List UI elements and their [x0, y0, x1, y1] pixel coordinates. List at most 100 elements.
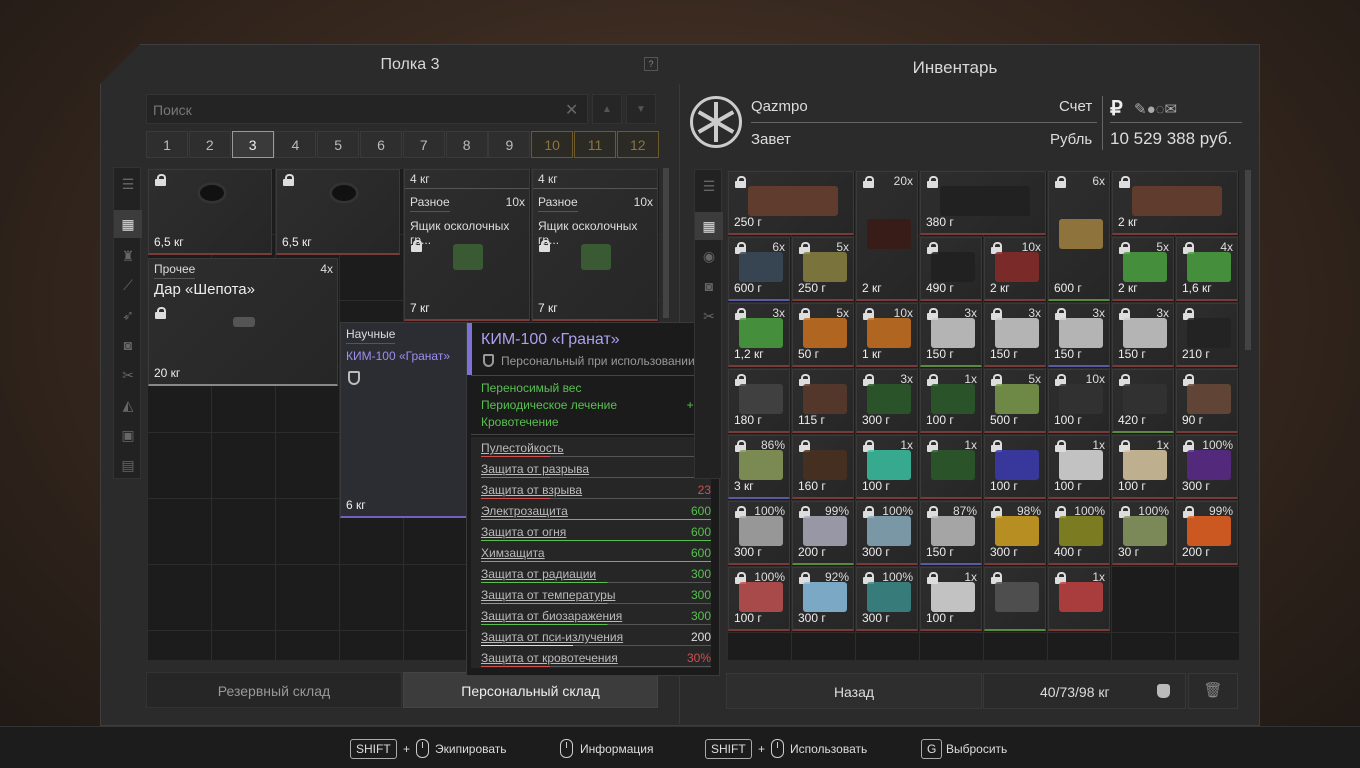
- inventory-item[interactable]: 160 г: [792, 435, 854, 499]
- inventory-item[interactable]: 99% 200 г: [792, 501, 854, 565]
- tab-3[interactable]: 3: [231, 131, 274, 158]
- tools-filter-icon[interactable]: ✂: [695, 302, 723, 330]
- inventory-item[interactable]: 5x 2 кг: [1112, 237, 1174, 301]
- shelf-item[interactable]: 4 кг Разное 10x Ящик осколочных гр... 7 …: [404, 169, 530, 321]
- inventory-item[interactable]: 3x 150 г: [1048, 303, 1110, 367]
- shelf-item[interactable]: 6,5 кг: [148, 169, 272, 255]
- tab-9[interactable]: 9: [488, 131, 531, 158]
- list-view-icon[interactable]: ☰: [695, 172, 723, 200]
- tab-5[interactable]: 5: [317, 131, 360, 158]
- inventory-item[interactable]: 1x: [1048, 567, 1110, 631]
- sort-up-button[interactable]: ▲: [592, 94, 622, 124]
- inventory-item[interactable]: 100% 30 г: [1112, 501, 1174, 565]
- inventory-item[interactable]: 98% 300 г: [984, 501, 1046, 565]
- armor-filter-icon[interactable]: ♜: [114, 242, 142, 270]
- inventory-scrollbar[interactable]: [1245, 170, 1251, 350]
- inventory-item[interactable]: 1x 100 г: [856, 435, 918, 499]
- inventory-item[interactable]: 10x 1 кг: [856, 303, 918, 367]
- artifact-filter-icon[interactable]: ◙: [114, 331, 142, 359]
- back-button[interactable]: Назад: [726, 673, 982, 709]
- inventory-item[interactable]: 5x 500 г: [984, 369, 1046, 433]
- inventory-item[interactable]: 20x 2 кг: [856, 171, 918, 301]
- inventory-item[interactable]: 87% 150 г: [920, 501, 982, 565]
- item-weight: 490 г: [926, 281, 954, 295]
- inventory-item[interactable]: 4x 1,6 кг: [1176, 237, 1238, 301]
- inventory-item[interactable]: 5x 250 г: [792, 237, 854, 301]
- help-button[interactable]: ?: [644, 57, 658, 71]
- ammo-filter-icon[interactable]: ➶: [114, 301, 142, 329]
- tab-11[interactable]: 11: [574, 131, 616, 158]
- list-view-icon[interactable]: ☰: [114, 170, 142, 198]
- inventory-item[interactable]: 5x 50 г: [792, 303, 854, 367]
- inventory-item[interactable]: 1x 100 г: [1112, 435, 1174, 499]
- inventory-item[interactable]: 100% 300 г: [856, 567, 918, 631]
- inventory-item[interactable]: 100% 400 г: [1048, 501, 1110, 565]
- shelf-scrollbar[interactable]: [663, 168, 669, 318]
- inventory-item[interactable]: 6x 600 г: [728, 237, 790, 301]
- tab-12[interactable]: 12: [616, 131, 659, 158]
- inventory-item[interactable]: 3x 300 г: [856, 369, 918, 433]
- lock-icon: [927, 176, 938, 188]
- inventory-item[interactable]: 3x 150 г: [984, 303, 1046, 367]
- shelf-item[interactable]: 6,5 кг: [276, 169, 400, 255]
- inventory-item[interactable]: 380 г: [920, 171, 1046, 235]
- grid-view-icon[interactable]: ▦: [695, 212, 723, 240]
- shelf-item[interactable]: Прочее 4x Дар «Шепота» 20 кг: [148, 258, 338, 386]
- item-image: [803, 582, 847, 612]
- tab-4[interactable]: 4: [274, 131, 317, 158]
- inventory-item[interactable]: 1x: [920, 435, 982, 499]
- inventory-item[interactable]: 180 г: [728, 369, 790, 433]
- item-qty: 3x: [964, 306, 977, 320]
- inventory-item[interactable]: 92% 300 г: [792, 567, 854, 631]
- inventory-item[interactable]: 86% 3 кг: [728, 435, 790, 499]
- tab-10[interactable]: 10: [531, 131, 574, 158]
- inventory-item[interactable]: [984, 567, 1046, 631]
- shelf-item[interactable]: 4 кг Разное 10x Ящик осколочных гр... 7 …: [532, 169, 658, 321]
- tab-8[interactable]: 8: [445, 131, 488, 158]
- inventory-item[interactable]: 250 г: [728, 171, 854, 235]
- inventory-item[interactable]: 10x 2 кг: [984, 237, 1046, 301]
- tab-2[interactable]: 2: [188, 131, 231, 158]
- inventory-item[interactable]: 1x 100 г: [920, 567, 982, 631]
- inventory-item[interactable]: 420 г: [1112, 369, 1174, 433]
- tab-6[interactable]: 6: [360, 131, 402, 158]
- currency-icons[interactable]: ✎●◌✉: [1134, 100, 1177, 118]
- tab-7[interactable]: 7: [402, 131, 445, 158]
- inventory-item[interactable]: 1x 100 г: [1048, 435, 1110, 499]
- trash-icon[interactable]: 🗑: [1188, 673, 1238, 709]
- inventory-item[interactable]: 10x 100 г: [1048, 369, 1110, 433]
- inventory-item[interactable]: 100% 300 г: [728, 501, 790, 565]
- search-input[interactable]: Поиск: [146, 94, 588, 124]
- inventory-item[interactable]: 1x 100 г: [920, 369, 982, 433]
- archive-filter-icon[interactable]: ▤: [114, 451, 142, 479]
- inventory-item[interactable]: 115 г: [792, 369, 854, 433]
- clear-search-icon[interactable]: ✕: [565, 100, 578, 120]
- inventory-item[interactable]: 100% 300 г: [856, 501, 918, 565]
- ruble-icon[interactable]: ₽: [1110, 96, 1123, 121]
- inventory-item[interactable]: 100% 300 г: [1176, 435, 1238, 499]
- inventory-item[interactable]: 6x 600 г: [1048, 171, 1110, 301]
- inventory-item[interactable]: 3x 1,2 кг: [728, 303, 790, 367]
- tab-1[interactable]: 1: [146, 131, 188, 158]
- tools-filter-icon[interactable]: ✂: [114, 361, 142, 389]
- inventory-item[interactable]: 100% 100 г: [728, 567, 790, 631]
- inventory-item[interactable]: 3x 150 г: [920, 303, 982, 367]
- armor-filter-icon[interactable]: ◉: [695, 242, 723, 270]
- item-weight: 7 кг: [410, 301, 430, 315]
- misc-filter-icon[interactable]: ◭: [114, 391, 142, 419]
- inventory-item[interactable]: 99% 200 г: [1176, 501, 1238, 565]
- inventory-item[interactable]: 490 г: [920, 237, 982, 301]
- inventory-item[interactable]: 2 кг: [1112, 171, 1238, 235]
- reserve-storage-button[interactable]: Резервный склад: [146, 672, 402, 708]
- inventory-item[interactable]: 3x 150 г: [1112, 303, 1174, 367]
- inventory-item[interactable]: 90 г: [1176, 369, 1238, 433]
- grid-view-icon[interactable]: ▦: [114, 210, 142, 238]
- sort-down-button[interactable]: ▼: [626, 94, 656, 124]
- modules-filter-icon[interactable]: ▣: [114, 421, 142, 449]
- shelf-item-selected[interactable]: Научные КИМ-100 «Гранат» 6 кг: [340, 322, 468, 518]
- weapon-filter-icon[interactable]: ⟋: [114, 271, 142, 299]
- inventory-item[interactable]: 100 г: [984, 435, 1046, 499]
- artifact-filter-icon[interactable]: ◙: [695, 272, 723, 300]
- inventory-item[interactable]: 210 г: [1176, 303, 1238, 367]
- personal-storage-button[interactable]: Персональный склад: [403, 672, 658, 708]
